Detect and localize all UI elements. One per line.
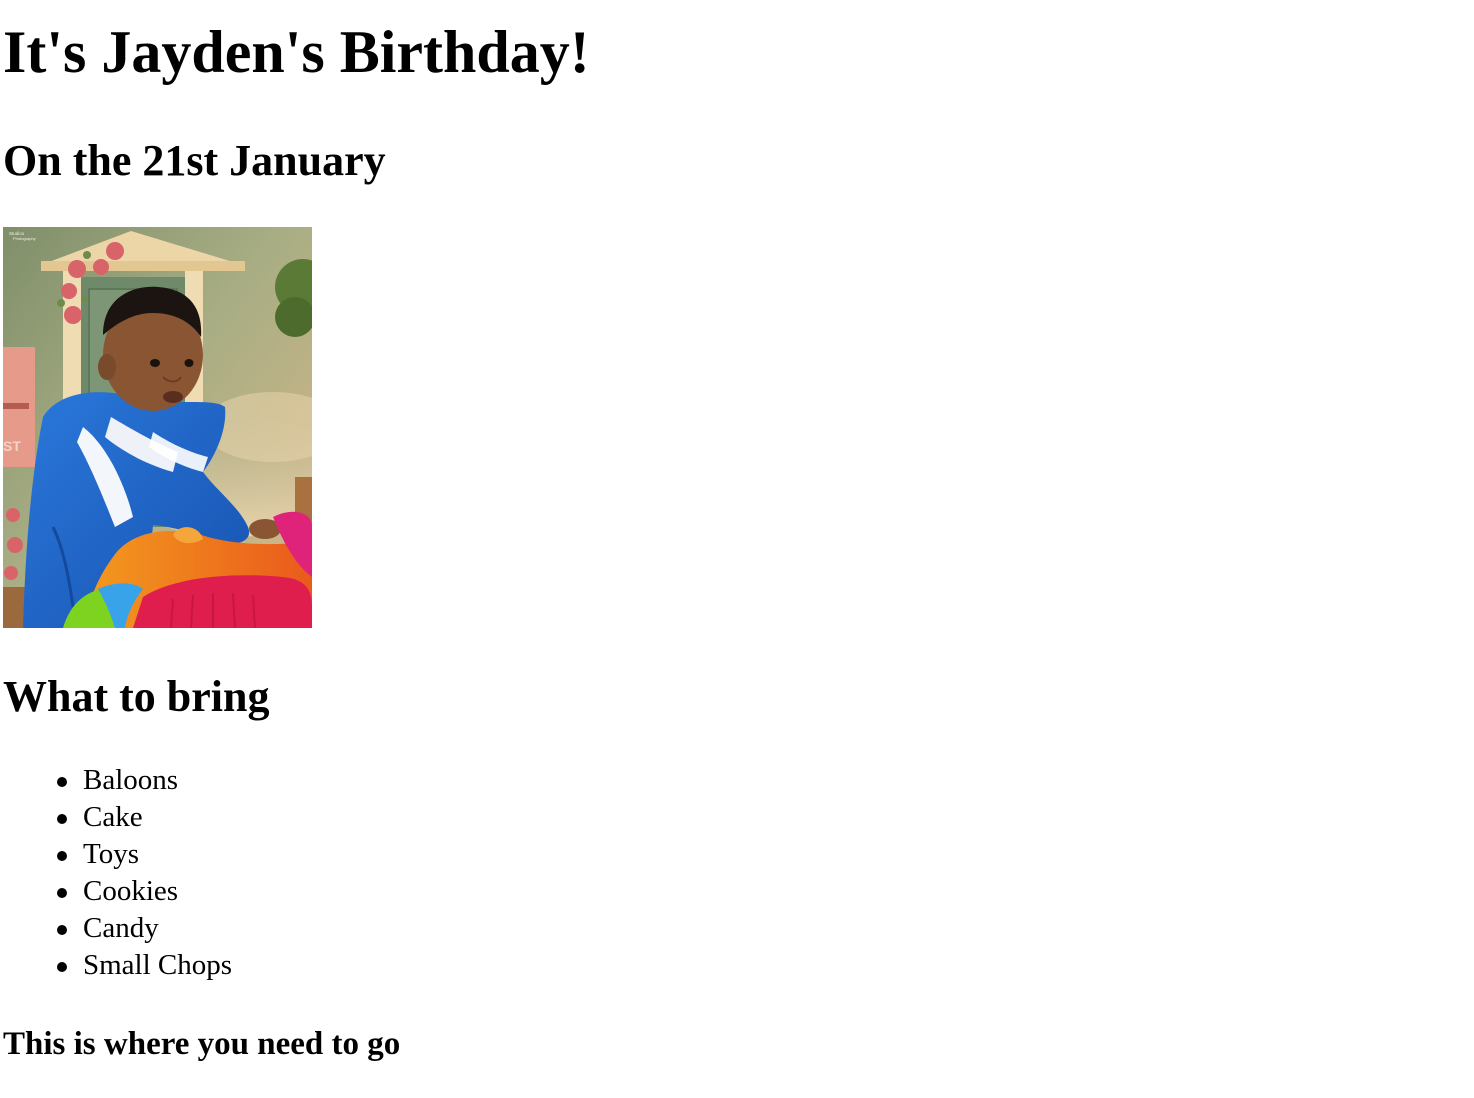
list-item: Candy xyxy=(57,910,232,947)
sign-text: ST xyxy=(3,438,21,454)
list-item: Cake xyxy=(57,799,232,836)
directions-heading: This is where you need to go xyxy=(3,1026,401,1062)
bring-list: Baloons Cake Toys Cookies Candy Small Ch… xyxy=(57,762,233,984)
photo-watermark-sub: Photography xyxy=(13,236,36,241)
list-item: Toys xyxy=(57,836,232,873)
bullet-icon xyxy=(57,777,67,787)
list-item-label: Cookies xyxy=(83,875,179,907)
what-to-bring-heading: What to bring xyxy=(3,672,270,721)
birthday-page: It's Jayden's Birthday! On the 21st Janu… xyxy=(0,0,1474,1098)
list-item-label: Baloons xyxy=(83,764,179,796)
list-item-label: Small Chops xyxy=(83,949,233,981)
page-title: It's Jayden's Birthday! xyxy=(3,19,590,85)
bullet-icon xyxy=(57,925,67,935)
bullet-icon xyxy=(57,814,67,824)
list-item: Small Chops xyxy=(57,947,233,984)
party-date: On the 21st January xyxy=(3,136,386,185)
list-item-label: Cake xyxy=(83,801,143,833)
bullet-icon xyxy=(57,962,67,972)
bullet-icon xyxy=(57,888,67,898)
birthday-photo: ST Studioo Photography xyxy=(3,227,312,628)
bullet-icon xyxy=(57,851,67,861)
list-item-label: Toys xyxy=(83,838,139,870)
list-item: Baloons xyxy=(57,762,232,799)
list-item-label: Candy xyxy=(83,912,159,944)
list-item: Cookies xyxy=(57,873,232,910)
